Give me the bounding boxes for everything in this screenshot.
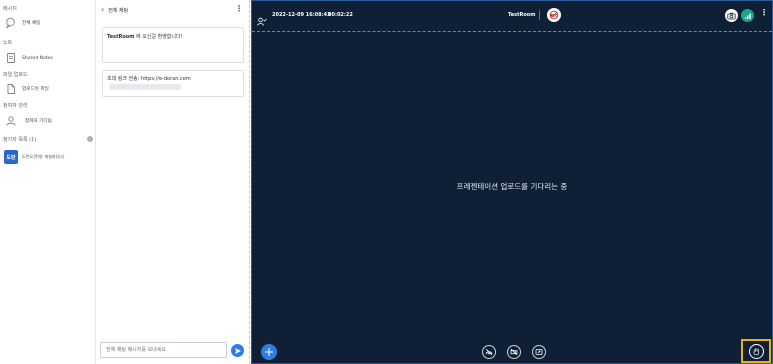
chat-input[interactable]: 전체 채팅 메시지를 보내세요 [100,342,227,358]
send-icon [234,347,241,354]
session-timer: 00:02:22 [328,12,353,18]
sidebar-item-label: Shared Notes [22,55,53,61]
file-icon [4,83,17,96]
note-icon [4,52,17,65]
video-off-icon[interactable] [507,345,521,359]
record-off-icon[interactable]: REC [547,8,561,22]
room-name: TestRoom [508,12,536,18]
mic-off-icon[interactable] [482,345,496,359]
section-participant-list: 참가자 목록 (1) [3,137,37,143]
section-message: 메시지 [3,6,17,12]
session-datetime: 2022-12-09 16:08:43 [272,12,331,18]
sidebar-item-uploaded-files[interactable]: 업로드된 파일 [4,82,49,96]
chat-bubble-icon [4,17,17,30]
chat-panel: ‹ 전체 채팅 ⋮ TestRoom 에 오신걸 환영합니다! 초대 링크 전송… [96,0,250,364]
person-icon [4,115,17,128]
send-button[interactable] [231,344,244,357]
chat-message: 초대 링크 전송: https://e-doran.com [102,70,244,97]
person-check-icon[interactable] [257,11,267,30]
avatar[interactable]: 도란 [4,150,18,164]
more-options-icon[interactable]: ⋮ [235,5,243,13]
sidebar-item-label: 참여자 기다림 [25,119,52,124]
section-notes: 노트 [3,40,13,46]
signal-icon[interactable] [741,9,754,22]
camera-icon[interactable] [725,9,738,22]
stage-topbar: 2022-12-09 16:08:43 00:02:22 TestRoom RE… [252,1,772,32]
participant-name[interactable]: 도란도란(방 개설자)(나) [22,154,65,160]
section-participant-manage: 참여자 관리 [3,103,28,109]
raise-hand-icon[interactable] [748,343,764,359]
stage-more-icon[interactable]: ⋮ [760,9,768,17]
presentation-stage: 2022-12-09 16:08:43 00:02:22 TestRoom RE… [251,0,773,364]
sidebar: 메시지 전체 채팅 노트 Shared Notes 파일 업로드 업로드된 파일… [0,0,96,364]
divider [539,10,540,20]
sidebar-item-shared-notes[interactable]: Shared Notes [4,51,53,65]
add-button[interactable]: + [261,344,277,360]
chat-title: 전체 채팅 [108,7,129,14]
chat-message: TestRoom 에 오신걸 환영합니다! [102,27,244,63]
share-screen-icon[interactable] [532,345,546,359]
sidebar-item-label: 업로드된 파일 [22,87,49,92]
redacted-block [109,83,181,90]
chevron-left-icon[interactable]: ‹ [101,6,104,14]
waiting-message: 프레젠테이션 업로드를 기다리는 중 [456,182,568,191]
participant-settings-icon[interactable] [87,136,93,142]
message-bold: TestRoom [107,34,135,40]
section-file-upload: 파일 업로드 [3,72,28,78]
message-text: 에 오신걸 환영합니다! [134,34,183,40]
sidebar-item-all-chat[interactable]: 전체 채팅 [4,16,40,30]
chat-header: ‹ 전체 채팅 ⋮ [96,0,250,20]
sidebar-item-waiting[interactable]: 참여자 기다림 [4,114,52,128]
message-text: 초대 링크 전송: https://e-doran.com [107,76,191,82]
raise-hand-highlight [741,339,771,363]
sidebar-item-label: 전체 채팅 [22,21,41,26]
